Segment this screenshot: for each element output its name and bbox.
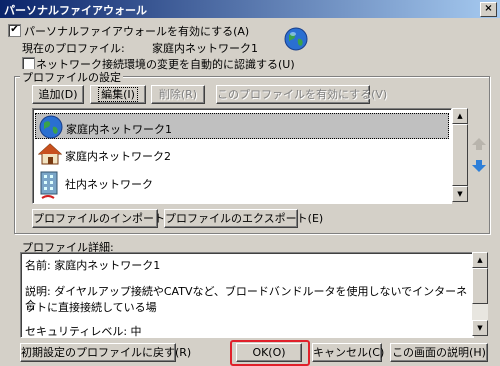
move-down-arrow-icon[interactable] [472, 160, 486, 172]
scroll-down-button[interactable]: ▼ [472, 320, 488, 336]
profile-list-item[interactable]: 社内ネットワーク [35, 169, 449, 199]
enable-firewall-checkbox[interactable]: ✔ [8, 24, 21, 37]
ok-button[interactable]: OK(O) [236, 343, 302, 362]
profile-list-item[interactable]: 家庭内ネットワーク1 [35, 113, 449, 139]
import-profile-button[interactable]: プロファイルのインポート(M) [32, 209, 183, 228]
firewall-window: パーソナルファイアウォール × ✔ パーソナルファイアウォールを有効にする(A)… [0, 0, 500, 366]
globe-icon [284, 27, 308, 51]
delete-profile-button[interactable]: 削除(R) [151, 85, 205, 104]
scroll-up-button[interactable]: ▲ [472, 252, 488, 268]
enable-profile-button[interactable]: このプロファイルを有効にする(V) [216, 85, 387, 104]
house-icon [38, 143, 62, 165]
scroll-thumb[interactable] [452, 124, 468, 186]
office-building-icon [40, 171, 58, 199]
profile-settings-label: プロファイルの設定 [20, 69, 123, 85]
close-button[interactable]: × [480, 2, 497, 17]
profile-list-item-label: 家庭内ネットワーク2 [65, 150, 171, 163]
edit-profile-button[interactable]: 編集(I) [90, 85, 146, 104]
scroll-down-button[interactable]: ▼ [452, 186, 468, 202]
profile-details-box: 名前: 家庭内ネットワーク1 説明: ダイヤルアップ接続やCATVなど、ブロード… [20, 252, 474, 338]
current-profile-value: 家庭内ネットワーク1 [152, 42, 258, 55]
details-name-line: 名前: 家庭内ネットワーク1 [25, 259, 161, 272]
profile-list: 家庭内ネットワーク1 家庭内ネットワーク2 社内ネットワーク [32, 108, 452, 204]
export-profile-button[interactable]: プロファイルのエクスポート(E) [164, 209, 323, 228]
scroll-thumb[interactable] [472, 268, 488, 304]
title-bar: パーソナルファイアウォール × [0, 0, 500, 18]
details-desc-line: 説明: ダイヤルアップ接続やCATVなど、ブロードバンドルータを使用しないでイン… [25, 285, 468, 314]
current-profile-label: 現在のプロファイル: [22, 42, 125, 55]
details-security-line: セキュリティレベル: 中 [25, 325, 142, 338]
details-scrollbar[interactable]: ▲ ▼ [472, 252, 488, 336]
window-title: パーソナルファイアウォール [4, 4, 147, 17]
globe-icon [39, 115, 63, 139]
cancel-button[interactable]: キャンセル(C) [312, 343, 384, 362]
help-button[interactable]: この画面の説明(H) [390, 343, 488, 362]
profile-list-item-label: 社内ネットワーク [65, 178, 153, 191]
profile-list-item[interactable]: 家庭内ネットワーク2 [35, 141, 449, 167]
profile-list-item-label: 家庭内ネットワーク1 [66, 123, 172, 136]
enable-firewall-label[interactable]: パーソナルファイアウォールを有効にする(A) [24, 23, 249, 39]
profile-list-scrollbar[interactable]: ▲ ▼ [452, 108, 468, 202]
add-profile-button[interactable]: 追加(D) [32, 85, 84, 104]
move-up-arrow-icon[interactable] [472, 138, 486, 150]
reset-default-profile-button[interactable]: 初期設定のプロファイルに戻す(R) [20, 343, 191, 362]
scroll-up-button[interactable]: ▲ [452, 108, 468, 124]
details-desc-line-cont: 合 [25, 299, 36, 312]
